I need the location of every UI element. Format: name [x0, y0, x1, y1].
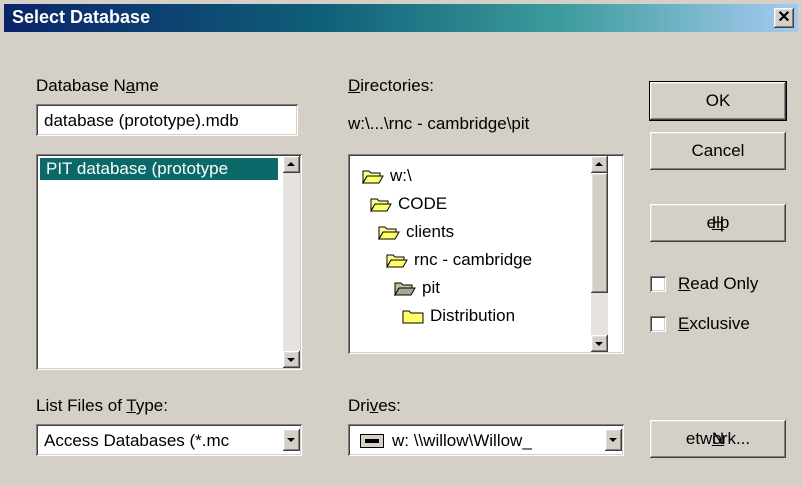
read-only-checkbox[interactable]	[650, 276, 666, 292]
window-title: Select Database	[12, 7, 151, 27]
chevron-down-icon	[609, 438, 617, 442]
scroll-thumb[interactable]	[591, 173, 608, 293]
scroll-up-button[interactable]	[283, 156, 300, 173]
drives-select[interactable]: w: \\willow\Willow_	[348, 424, 624, 456]
open-folder-icon	[362, 170, 384, 184]
open-folder-icon	[370, 198, 392, 212]
open-folder-icon	[394, 282, 416, 296]
arrow-down-icon	[287, 358, 295, 362]
close-icon: ✕	[777, 9, 791, 26]
folder-icon	[402, 310, 424, 324]
list-item[interactable]: PIT database (prototype	[40, 158, 278, 180]
current-path: w:\...\rnc - cambridge\pit	[348, 114, 530, 133]
exclusive-checkbox[interactable]	[650, 316, 666, 332]
chevron-down-icon	[287, 438, 295, 442]
arrow-up-icon	[287, 162, 295, 166]
network-button[interactable]: Network...	[650, 420, 786, 458]
database-name-label: Database Name	[36, 76, 159, 95]
drives-label: Drives:	[348, 396, 401, 415]
exclusive-label: Exclusive	[678, 314, 750, 333]
open-folder-icon	[378, 226, 400, 240]
open-folder-icon	[386, 254, 408, 268]
database-name-input[interactable]: database (prototype).mdb	[36, 104, 298, 136]
file-list-scrollbar[interactable]	[283, 156, 300, 368]
drives-dropdown-button[interactable]	[605, 429, 622, 451]
file-list[interactable]: PIT database (prototype	[36, 154, 302, 370]
cancel-button[interactable]: Cancel	[650, 132, 786, 170]
file-type-label: List Files of Type:	[36, 396, 168, 415]
file-type-select[interactable]: Access Databases (*.mc	[36, 424, 302, 456]
scroll-up-button[interactable]	[591, 156, 608, 173]
close-button[interactable]: ✕	[774, 8, 794, 28]
file-type-dropdown-button[interactable]	[283, 429, 300, 451]
scroll-down-button[interactable]	[283, 351, 300, 368]
directory-scrollbar[interactable]	[591, 156, 608, 352]
arrow-up-icon	[595, 162, 603, 166]
network-drive-icon	[360, 434, 384, 448]
arrow-down-icon	[595, 342, 603, 346]
scroll-down-button[interactable]	[591, 335, 608, 352]
title-bar: Select Database ✕	[4, 4, 798, 32]
directories-label: Directories:	[348, 76, 434, 95]
directory-list[interactable]: w:\ CODE clients rnc - cambridge pit Dis…	[348, 154, 624, 354]
help-button[interactable]: Help	[650, 204, 786, 242]
ok-button[interactable]: OK	[650, 82, 786, 120]
read-only-label: Read Only	[678, 274, 759, 293]
